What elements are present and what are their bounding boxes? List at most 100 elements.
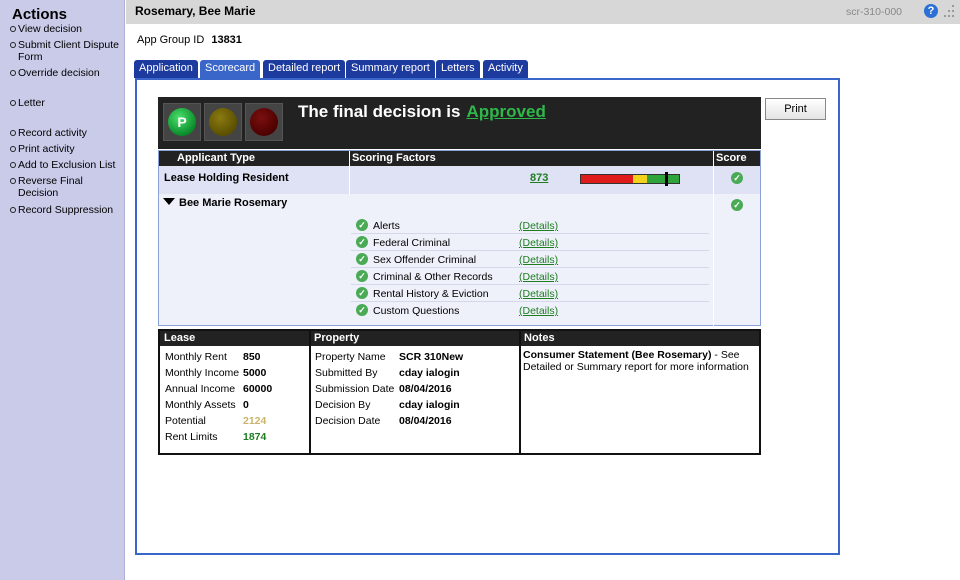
tab-scorecard[interactable]: Scorecard — [200, 60, 261, 78]
column-divider — [519, 331, 521, 453]
action-label: Add to Exclusion List — [18, 159, 116, 171]
bullet-icon — [10, 146, 16, 152]
header-score: Score — [713, 151, 760, 166]
score-pass-check-icon: ✓ — [731, 172, 743, 184]
factor-details-link[interactable]: (Details) — [519, 237, 558, 249]
lease-potential: Potential 2124 — [165, 415, 266, 427]
applicant-person-toggle[interactable]: Bee Marie Rosemary — [163, 197, 287, 209]
factor-details-link[interactable]: (Details) — [519, 254, 558, 266]
caution-light-icon — [209, 108, 237, 136]
bullet-icon — [10, 207, 16, 213]
property-decision-date: Decision Date 08/04/2016 — [315, 415, 452, 427]
factor-row-rental-history: ✓ Rental History & Eviction (Details) — [351, 285, 709, 302]
lease-value: 2124 — [243, 415, 267, 427]
gauge-yellow-segment — [633, 175, 647, 183]
notes-header: Notes — [520, 331, 759, 346]
note-title: Consumer Statement (Bee Rosemary) — [523, 349, 712, 361]
lease-label: Monthly Rent — [165, 351, 227, 363]
tab-summary-report[interactable]: Summary report — [346, 60, 435, 78]
factor-details-link[interactable]: (Details) — [519, 271, 558, 283]
decision-prefix: The final decision is — [298, 102, 461, 121]
screen-code: scr-310-000 — [845, 6, 902, 18]
tab-letters[interactable]: Letters — [436, 60, 480, 78]
pass-light-icon: P — [168, 108, 196, 136]
action-print-activity[interactable]: Print activity — [10, 143, 122, 155]
action-add-exclusion[interactable]: Add to Exclusion List — [10, 159, 122, 171]
tab-activity[interactable]: Activity — [483, 60, 528, 78]
header-scoring-factors: Scoring Factors — [349, 151, 713, 166]
bullet-icon — [10, 162, 16, 168]
traffic-light-red — [245, 103, 283, 141]
factor-row-criminal-other: ✓ Criminal & Other Records (Details) — [351, 268, 709, 285]
print-button[interactable]: Print — [765, 98, 826, 120]
property-decision-by: Decision By cday ialogin — [315, 399, 460, 411]
factor-details-link[interactable]: (Details) — [519, 288, 558, 300]
property-label: Submitted By — [315, 367, 378, 379]
property-submission-date: Submission Date 08/04/2016 — [315, 383, 452, 395]
action-reverse-final-decision[interactable]: Reverse Final Decision — [10, 175, 122, 199]
expand-triangle-icon — [163, 198, 175, 205]
applicant-person-name: Bee Marie Rosemary — [179, 197, 288, 209]
action-view-decision[interactable]: View decision — [10, 23, 122, 35]
lease-label: Annual Income — [165, 383, 236, 395]
action-label: View decision — [18, 23, 83, 35]
action-record-activity[interactable]: Record activity — [10, 127, 122, 139]
app-group-label: App Group ID — [137, 34, 205, 46]
lease-label: Potential — [165, 415, 206, 427]
property-value: SCR 310New — [399, 351, 464, 363]
bullet-icon — [10, 26, 16, 32]
check-icon: ✓ — [356, 236, 368, 248]
column-divider — [349, 166, 350, 194]
lease-value: 0 — [243, 399, 249, 411]
lease-annual-income: Annual Income 60000 — [165, 383, 272, 395]
lease-label: Rent Limits — [165, 431, 218, 443]
scoring-table: Applicant Type Scoring Factors Score Lea… — [158, 150, 761, 326]
action-override-decision[interactable]: Override decision — [10, 67, 122, 79]
lease-monthly-income: Monthly Income 5000 — [165, 367, 266, 379]
property-label: Decision By — [315, 399, 371, 411]
action-label: Reverse Final Decision — [18, 175, 83, 199]
traffic-light-yellow — [204, 103, 242, 141]
action-label: Submit Client Dispute Form — [18, 39, 119, 63]
action-label: Letter — [18, 97, 45, 109]
tab-detailed-report[interactable]: Detailed report — [263, 60, 346, 78]
person-pass-check-icon: ✓ — [731, 199, 743, 211]
property-name: Property Name SCR 310New — [315, 351, 463, 363]
lease-label: Monthly Income — [165, 367, 240, 379]
action-label: Print activity — [18, 143, 75, 155]
factor-row-federal-criminal: ✓ Federal Criminal (Details) — [351, 234, 709, 251]
app-group-value: 13831 — [211, 34, 242, 46]
bullet-icon — [10, 178, 16, 184]
gauge-marker — [665, 172, 668, 186]
check-icon: ✓ — [356, 270, 368, 282]
lease-value: 5000 — [243, 367, 267, 379]
column-divider — [309, 331, 311, 453]
factor-details-link[interactable]: (Details) — [519, 220, 558, 232]
property-label: Submission Date — [315, 383, 395, 395]
property-label: Property Name — [315, 351, 386, 363]
property-value: cday ialogin — [399, 399, 460, 411]
resize-grip-icon[interactable] — [944, 5, 956, 19]
action-label: Record Suppression — [18, 204, 114, 216]
factor-name: Federal Criminal — [373, 237, 451, 249]
score-gauge — [580, 172, 680, 186]
factor-details-link[interactable]: (Details) — [519, 305, 558, 317]
check-icon: ✓ — [356, 287, 368, 299]
header-applicant-type: Applicant Type — [159, 151, 349, 166]
action-submit-dispute[interactable]: Submit Client Dispute Form — [10, 39, 122, 63]
factor-name: Alerts — [373, 220, 400, 232]
help-icon[interactable]: ? — [924, 4, 938, 18]
factor-name: Custom Questions — [373, 305, 460, 317]
lease-monthly-assets: Monthly Assets 0 — [165, 399, 249, 411]
action-record-suppression[interactable]: Record Suppression — [10, 204, 122, 216]
factor-name: Criminal & Other Records — [373, 271, 493, 283]
property-submitted-by: Submitted By cday ialogin — [315, 367, 460, 379]
lease-label: Monthly Assets — [165, 399, 236, 411]
property-value: 08/04/2016 — [399, 415, 452, 427]
bullet-icon — [10, 100, 16, 106]
actions-sidebar: Actions View decision Submit Client Disp… — [0, 0, 125, 580]
action-letter[interactable]: Letter — [10, 97, 122, 109]
consumer-statement-note: Consumer Statement (Bee Rosemary) - See … — [523, 349, 759, 373]
tab-application[interactable]: Application — [134, 60, 198, 78]
credit-score-link[interactable]: 873 — [530, 172, 548, 184]
